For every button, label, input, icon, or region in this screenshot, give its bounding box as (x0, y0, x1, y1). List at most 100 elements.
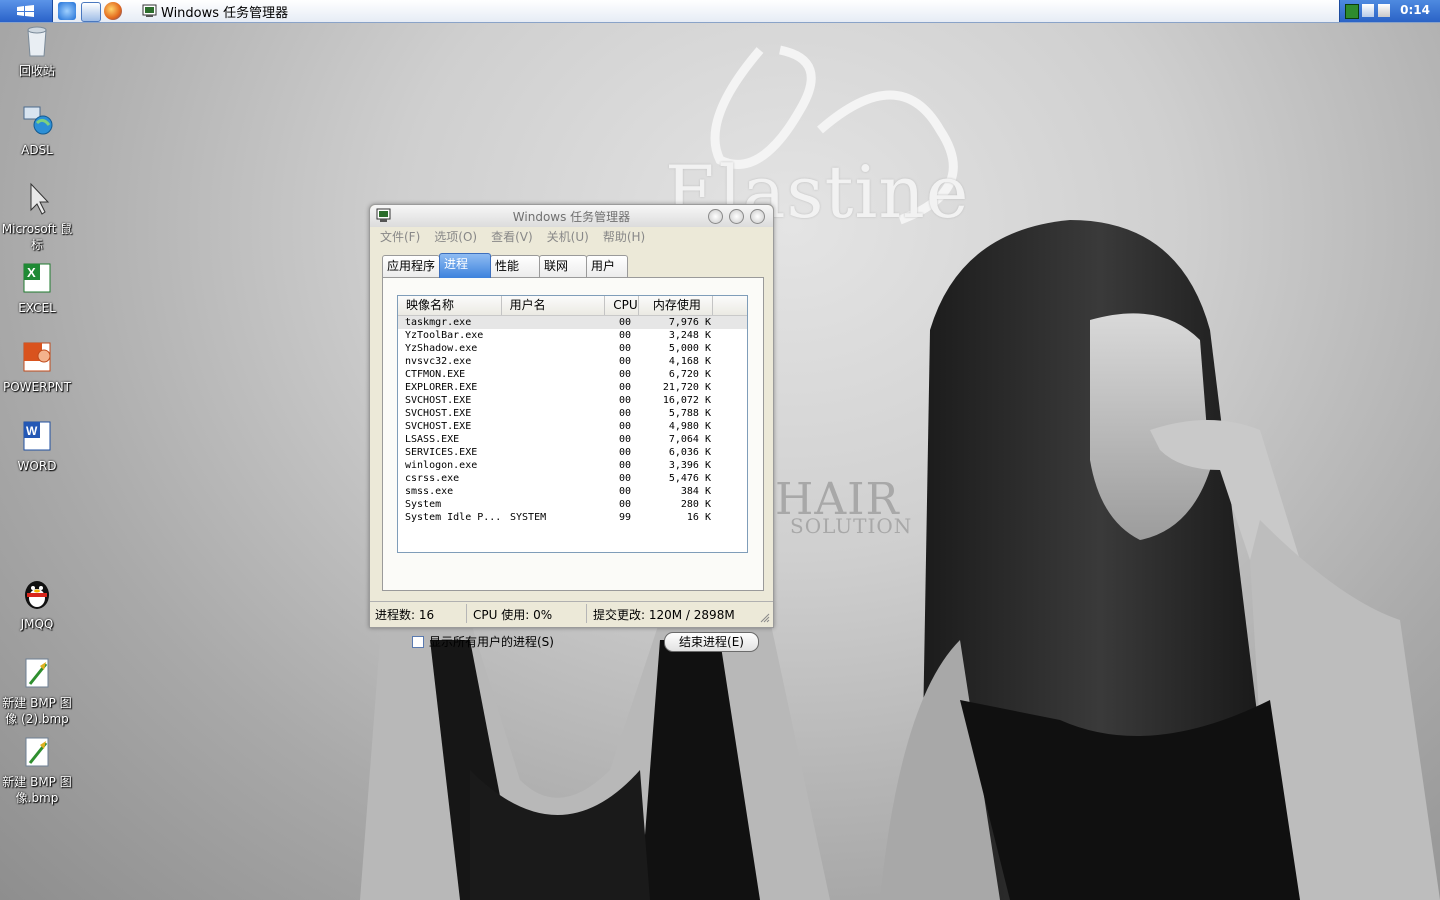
tab-applications[interactable]: 应用程序 (382, 255, 441, 277)
process-cpu-cell: 00 (619, 317, 632, 328)
desktop-icon-label: JMQQ (20, 617, 54, 631)
process-memory-cell: 6,720 K (668, 369, 711, 380)
column-header-user-name[interactable]: 用户名 (502, 296, 606, 315)
close-button[interactable] (750, 209, 765, 224)
desktop-icon-excel[interactable]: X EXCEL (0, 261, 74, 316)
tab-processes[interactable]: 进程 (439, 253, 492, 278)
document-icon[interactable] (81, 2, 101, 22)
menu-bar: 文件(F) 选项(O) 查看(V) 关机(U) 帮助(H) (374, 228, 645, 246)
process-name-cell: EXPLORER.EXE (405, 382, 478, 393)
show-all-users-option[interactable]: 显示所有用户的进程(S) (412, 633, 554, 650)
taskbar-clock[interactable]: 0:14 (1400, 3, 1430, 17)
start-button[interactable] (0, 0, 53, 22)
show-all-users-label: 显示所有用户的进程(S) (429, 635, 554, 649)
column-header-cpu[interactable]: CPU (605, 296, 639, 315)
process-user-cell (510, 459, 613, 472)
process-cpu-cell: 00 (619, 330, 632, 341)
process-name-cell: LSASS.EXE (405, 434, 460, 445)
menu-file[interactable]: 文件(F) (380, 228, 420, 246)
ie-icon[interactable] (58, 2, 76, 20)
process-cpu-cell: 99 (619, 512, 632, 523)
window-title-bar[interactable]: Windows 任务管理器 (370, 205, 773, 227)
process-user-cell (510, 433, 613, 446)
process-user-cell: SYSTEM (510, 512, 547, 523)
process-row[interactable]: SVCHOST.EXE 00 16,072 K (398, 394, 747, 407)
tab-performance[interactable]: 性能 (490, 255, 541, 277)
process-memory-cell: 21,720 K (662, 382, 711, 393)
process-name-cell: YzShadow.exe (405, 343, 478, 354)
menu-help[interactable]: 帮助(H) (603, 228, 645, 246)
menu-options[interactable]: 选项(O) (434, 228, 477, 246)
process-name-cell: winlogon.exe (405, 460, 478, 471)
process-row[interactable]: nvsvc32.exe 00 4,168 K (398, 355, 747, 368)
desktop-icon-adsl[interactable]: ADSL (0, 103, 74, 158)
process-row[interactable]: YzShadow.exe 00 5,000 K (398, 342, 747, 355)
menu-view[interactable]: 查看(V) (491, 228, 533, 246)
process-cpu-cell: 00 (619, 408, 632, 419)
process-memory-cell: 3,248 K (668, 330, 711, 341)
desktop-icon-jmqq[interactable]: JMQQ (0, 577, 74, 632)
network-tray-icon[interactable] (1378, 4, 1390, 17)
desktop-icon-label: 新建 BMP 图像 (2).bmp (2, 696, 72, 726)
process-row[interactable]: EXPLORER.EXE 00 21,720 K (398, 381, 747, 394)
process-cpu-cell: 00 (619, 460, 632, 471)
cpu-meter-tray-icon[interactable] (1345, 4, 1359, 19)
process-user-cell (510, 407, 613, 420)
desktop-icon-bmp-2[interactable]: 新建 BMP 图像 (2).bmp (0, 656, 74, 727)
process-name-cell: taskmgr.exe (405, 317, 472, 328)
column-header-memory[interactable]: 内存使用 (639, 296, 713, 315)
taskbar-task-manager-button[interactable]: Windows 任务管理器 (136, 1, 294, 21)
end-process-button[interactable]: 结束进程(E) (664, 632, 759, 652)
process-row[interactable]: SVCHOST.EXE 00 4,980 K (398, 420, 747, 433)
process-name-cell: CTFMON.EXE (405, 369, 466, 380)
process-row[interactable]: CTFMON.EXE 00 6,720 K (398, 368, 747, 381)
process-row[interactable]: taskmgr.exe 00 7,976 K (398, 316, 747, 329)
process-cpu-cell: 00 (619, 395, 632, 406)
process-row[interactable]: smss.exe 00 384 K (398, 485, 747, 498)
process-list-header: 映像名称 用户名 CPU 内存使用 (398, 296, 747, 316)
process-user-cell (510, 355, 613, 368)
process-row[interactable]: SVCHOST.EXE 00 5,788 K (398, 407, 747, 420)
desktop-icon-word[interactable]: W WORD (0, 419, 74, 474)
firefox-icon[interactable] (104, 2, 122, 20)
maximize-button[interactable] (729, 209, 744, 224)
process-row[interactable]: LSASS.EXE 00 7,064 K (398, 433, 747, 446)
process-name-cell: csrss.exe (405, 473, 460, 484)
process-row[interactable]: SERVICES.EXE 00 6,036 K (398, 446, 747, 459)
tab-users[interactable]: 用户 (586, 255, 629, 277)
process-list[interactable]: 映像名称 用户名 CPU 内存使用 taskmgr.exe 00 7,976 K Yz… (397, 295, 748, 553)
mouse-pointer-icon (30, 182, 50, 215)
desktop-icon-label: 回收站 (18, 64, 55, 78)
column-header-image-name[interactable]: 映像名称 (398, 296, 502, 315)
powerpoint-icon (23, 342, 51, 372)
resize-grip-icon[interactable] (760, 613, 770, 623)
process-name-cell: SVCHOST.EXE (405, 395, 472, 406)
process-name-cell: YzToolBar.exe (405, 330, 484, 341)
process-user-cell (510, 498, 613, 511)
windows-logo-icon (17, 5, 34, 17)
ime-tray-icon[interactable] (1362, 4, 1374, 17)
status-cpu-usage: CPU 使用: 0% (473, 608, 553, 622)
minimize-button[interactable] (708, 209, 723, 224)
process-row[interactable]: YzToolBar.exe 00 3,248 K (398, 329, 747, 342)
desktop-icon-powerpoint[interactable]: POWERPNT (0, 340, 74, 395)
show-all-users-checkbox[interactable] (412, 635, 424, 648)
process-name-cell: SERVICES.EXE (405, 447, 478, 458)
process-row[interactable]: System 00 280 K (398, 498, 747, 511)
desktop-icon-recycle-bin[interactable]: 回收站 (0, 24, 74, 79)
word-icon: W (23, 421, 51, 451)
process-user-cell (510, 446, 613, 459)
tab-networking[interactable]: 联网 (539, 255, 588, 277)
system-tray: 0:14 (1339, 0, 1440, 22)
process-row[interactable]: winlogon.exe 00 3,396 K (398, 459, 747, 472)
svg-text:X: X (27, 265, 36, 280)
tab-strip: 应用程序 进程 性能 联网 用户 (382, 253, 629, 278)
menu-shutdown[interactable]: 关机(U) (547, 228, 589, 246)
process-row[interactable]: csrss.exe 00 5,476 K (398, 472, 747, 485)
process-row[interactable]: System Idle P... SYSTEM 99 16 K (398, 511, 747, 524)
desktop-icon-microsoft-mouse[interactable]: Microsoft 鼠标 (0, 182, 74, 253)
process-name-cell: smss.exe (405, 486, 454, 497)
process-user-cell (510, 368, 613, 381)
process-user-cell (510, 420, 613, 433)
desktop-icon-bmp[interactable]: 新建 BMP 图像.bmp (0, 735, 74, 806)
